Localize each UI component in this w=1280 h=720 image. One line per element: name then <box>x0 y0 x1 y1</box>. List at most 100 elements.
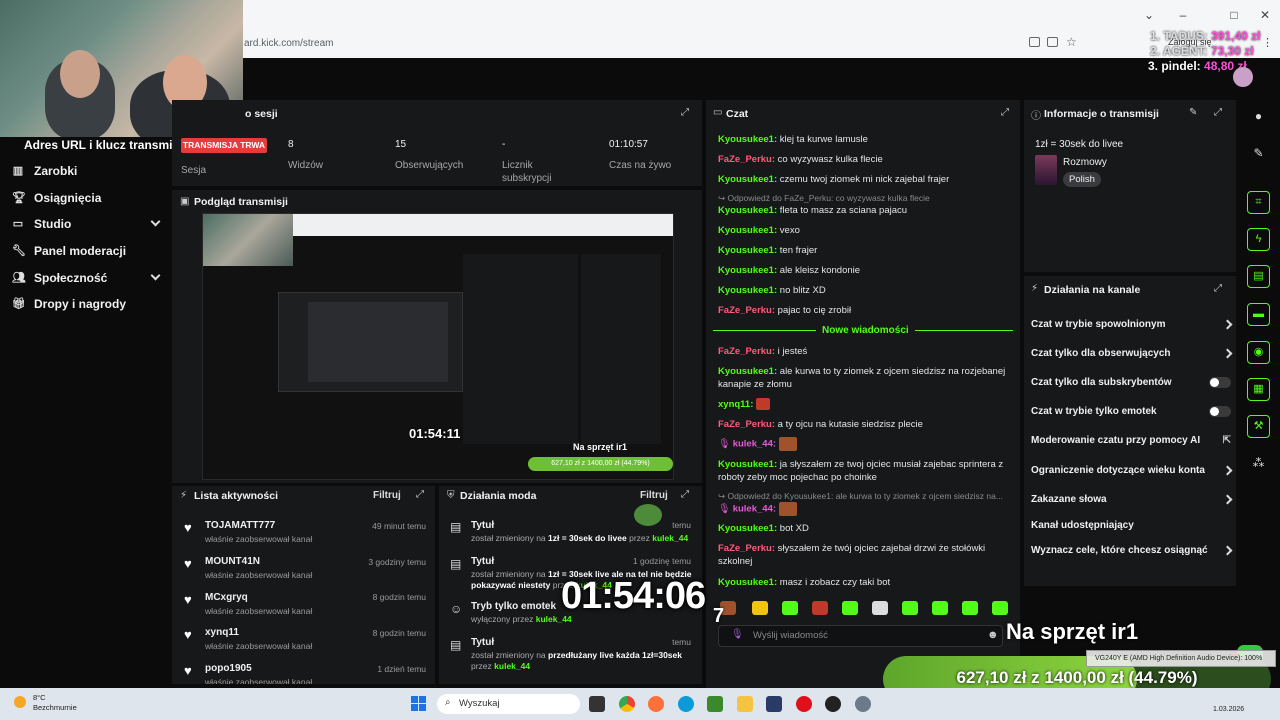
preview-actions <box>581 254 661 444</box>
document-icon[interactable]: ▤ <box>1247 265 1270 288</box>
emote-button[interactable] <box>812 601 828 615</box>
reader-icon[interactable] <box>1047 37 1058 47</box>
firefox-icon[interactable] <box>648 696 664 712</box>
activity-text: właśnie zaobserwował kanał <box>205 677 313 684</box>
stream-info-title: Informacje o transmisji <box>1044 108 1159 120</box>
category-name[interactable]: Rozmowy <box>1063 157 1107 168</box>
heart-icon: ♥ <box>184 592 192 607</box>
activity-user[interactable]: MOUNT41N <box>205 556 260 567</box>
live-time-value: 01:10:57 <box>609 139 648 150</box>
app-icon[interactable] <box>766 696 782 712</box>
heart-icon: ♥ <box>184 556 192 571</box>
maximize-icon[interactable]: □ <box>1227 8 1241 22</box>
emote-button[interactable] <box>872 601 888 615</box>
chat-panel <box>706 100 1020 688</box>
chat-bubble-icon[interactable]: ▬ <box>1247 303 1270 326</box>
activity-time: 8 godzin temu <box>372 628 426 638</box>
info-icon[interactable]: ● <box>1247 105 1270 128</box>
emote-bar <box>720 601 1008 617</box>
settings-icon[interactable] <box>855 696 871 712</box>
broadcast-icon[interactable]: ◉ <box>1247 341 1270 364</box>
activity-user[interactable]: TOJAMATT777 <box>205 520 275 531</box>
pencil-icon[interactable]: ✎ <box>1247 142 1270 165</box>
ai-moderation-setting[interactable]: Moderowanie czatu przy pomocy AI ⇱ <box>1031 435 1231 447</box>
taskbar-date: 1.03.2026 <box>1213 706 1245 713</box>
opera-icon[interactable] <box>796 696 812 712</box>
expand-icon[interactable]: ⤢ <box>681 107 689 118</box>
mic-icon[interactable]: 🎙︎ <box>731 629 744 640</box>
pencil-icon[interactable]: ✎ <box>1189 107 1197 118</box>
minecraft-icon[interactable] <box>707 696 723 712</box>
emote-button[interactable] <box>752 601 768 615</box>
chevron-down-icon[interactable]: ⌄ <box>1142 8 1156 22</box>
emote-button[interactable] <box>932 601 948 615</box>
chat-message: FaZe_Perku: pajac to cię zrobił <box>718 305 852 316</box>
emote-button[interactable] <box>992 601 1008 615</box>
expand-icon[interactable]: ⤢ <box>1214 107 1222 118</box>
preview-timer: 01:54:11 <box>409 426 461 441</box>
address-bar[interactable]: ard.kick.com/stream <box>244 38 333 49</box>
layout-icon[interactable]: ▦ <box>1247 378 1270 401</box>
info-icon: ⓘ <box>1031 111 1041 122</box>
activity-filter-button[interactable]: Filtruj <box>373 490 401 501</box>
wrench-icon[interactable]: ⚒ <box>1247 415 1270 438</box>
chat-message: Kyousukee1: ale kleisz kondonie <box>718 265 861 276</box>
activity-user[interactable]: popo1905 <box>205 663 252 674</box>
followers-only-setting[interactable]: Czat tylko dla obserwujących <box>1031 348 1233 360</box>
edge-icon[interactable] <box>678 696 694 712</box>
slow-mode-setting[interactable]: Czat w trybie spowolnionym <box>1031 319 1233 331</box>
taskbar-search[interactable]: Wyszukaj <box>437 694 580 714</box>
task-view-icon[interactable] <box>589 696 605 712</box>
chevron-right-icon <box>1222 494 1233 505</box>
chat-input[interactable]: Wyślij wiadomość <box>718 625 1003 647</box>
mod-filter-button[interactable]: Filtruj <box>640 490 668 501</box>
expand-icon[interactable]: ⤢ <box>681 489 689 500</box>
activity-user[interactable]: xynq11 <box>205 627 239 638</box>
emote-button[interactable] <box>842 601 858 615</box>
subscribers-only-toggle[interactable] <box>1209 377 1231 388</box>
stream-preview[interactable]: 01:54:11 Na sprzęt ir1 627,10 zł z 1400,… <box>202 213 674 480</box>
windows-start-icon[interactable] <box>411 696 427 712</box>
donation-goal-title: Na sprzęt ir1 <box>1006 619 1139 644</box>
sidebar-item-achievements[interactable]: 🏆︎ Osiągnięcia <box>12 187 167 209</box>
host-channel-setting[interactable]: Kanał udostępniający <box>1031 520 1231 532</box>
sidebar-item-earnings[interactable]: ▥ Zarobki <box>12 160 167 182</box>
expand-icon[interactable]: ⤢ <box>416 489 424 500</box>
sidebar-item-moderation[interactable]: 🔧︎ Panel moderacji <box>12 240 167 262</box>
menu-icon[interactable]: ⋮ <box>1262 36 1273 49</box>
emoji-picker-icon[interactable]: ☻ <box>987 629 999 641</box>
sidebar-item-studio[interactable]: ▭ Studio <box>12 213 167 235</box>
close-icon[interactable]: ✕ <box>1258 8 1272 22</box>
expand-icon[interactable]: ⤢ <box>1214 283 1222 294</box>
category-thumbnail[interactable] <box>1035 155 1057 185</box>
weather-widget[interactable]: 8°C Bezchmurnie <box>33 693 77 713</box>
bolt-icon[interactable]: ϟ <box>1247 228 1270 251</box>
add-widget-icon[interactable]: ⁂ <box>1247 452 1270 475</box>
screenshot-icon[interactable] <box>1029 37 1040 47</box>
sidebar-stream-key-link[interactable]: Adres URL i klucz transmisji <box>24 138 186 152</box>
mod-action-title: Tryb tylko emotek <box>471 601 557 612</box>
emote-button[interactable] <box>902 601 918 615</box>
mod-action-title: Tytuł <box>471 637 495 648</box>
sidebar-item-community[interactable]: 👥︎ Społeczność <box>12 267 167 289</box>
activity-user[interactable]: MCxgryq <box>205 592 248 603</box>
preview-webcam <box>203 214 293 266</box>
star-icon[interactable]: ☆ <box>1066 35 1077 49</box>
bolt-icon: ⚡︎ <box>180 490 188 501</box>
banned-words-setting[interactable]: Zakazane słowa <box>1031 494 1233 506</box>
emote-button[interactable] <box>782 601 798 615</box>
chevron-right-icon <box>1222 465 1233 476</box>
goals-setting[interactable]: Wyznacz cele, które chcesz osiągnąć <box>1031 545 1233 557</box>
emote-button[interactable] <box>962 601 978 615</box>
expand-icon[interactable]: ⤢ <box>1001 107 1009 118</box>
emote-only-toggle[interactable] <box>1209 406 1231 417</box>
chrome-icon[interactable] <box>619 696 635 712</box>
account-age-setting[interactable]: Ograniczenie dotyczące wieku konta <box>1031 465 1233 477</box>
avatar[interactable] <box>1233 67 1253 87</box>
minimize-icon[interactable]: – <box>1176 8 1190 22</box>
sidebar-item-drops[interactable]: 🎁︎ Dropy i nagrody <box>12 293 167 315</box>
crop-icon[interactable]: ⌗ <box>1247 191 1270 214</box>
stream-timer-overlay-digit: 7 <box>713 605 725 627</box>
file-explorer-icon[interactable] <box>737 696 753 712</box>
obs-icon[interactable] <box>825 696 841 712</box>
